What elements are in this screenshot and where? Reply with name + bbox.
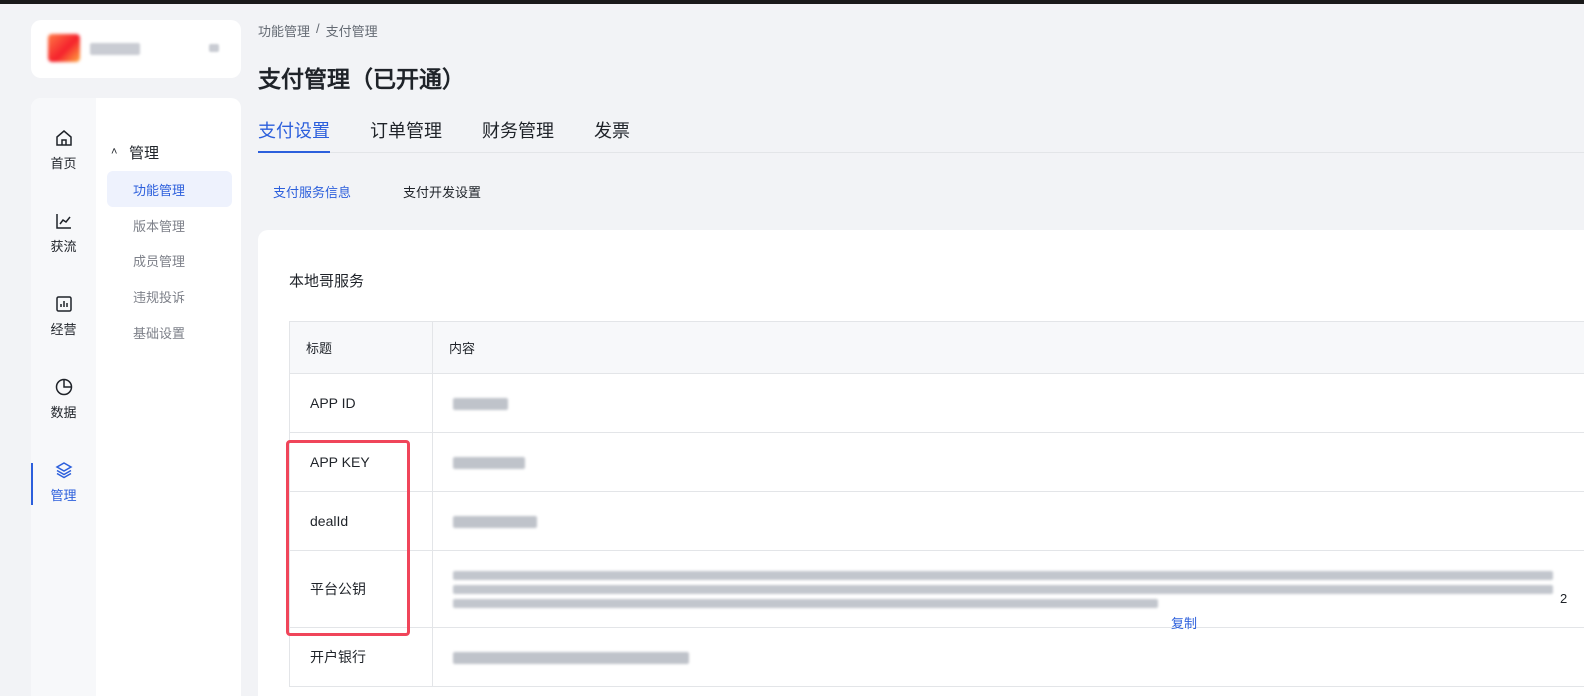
tab-invoice[interactable]: 发票: [594, 116, 630, 152]
app-identity-card[interactable]: [31, 20, 241, 78]
rail-item-data[interactable]: 数据: [31, 377, 96, 437]
public-key-text: 复制 2: [453, 570, 1567, 631]
home-icon: [55, 130, 72, 146]
table-row: dealId: [289, 491, 1584, 551]
row-value-platform-public-key: 复制 2: [432, 550, 1584, 631]
redacted-key-line: [453, 584, 1553, 594]
menu-item-basic-settings[interactable]: 基础设置: [107, 314, 232, 350]
rail-label-manage: 管理: [50, 488, 77, 503]
tab-order-management[interactable]: 订单管理: [370, 116, 442, 152]
app-logo: [48, 34, 80, 62]
redacted-value: [453, 652, 689, 665]
pie-chart-icon: [55, 378, 72, 396]
app-name-redacted: [90, 43, 140, 55]
menu-item-version-management[interactable]: 版本管理: [107, 207, 232, 243]
payment-info-table: 标题 内容 APP ID APP KEY dealId 平台公钥 复制 2 开户…: [289, 321, 1584, 687]
rail-item-manage[interactable]: 管理: [31, 460, 96, 520]
row-value-app-key: [432, 432, 1584, 492]
page-title: 支付管理（已开通）: [258, 66, 465, 92]
layers-icon: [54, 462, 73, 479]
sub-tab-bar: 支付服务信息 支付开发设置: [273, 182, 481, 201]
table-row: APP ID: [289, 373, 1584, 433]
rail-item-traffic[interactable]: 获流: [31, 211, 96, 271]
side-navigation: 首页 获流 经营 数据 管理 ˄ 管理 功能管理 版本管理 成员管理 违规投诉 …: [31, 98, 241, 696]
rail-item-home[interactable]: 首页: [31, 128, 96, 188]
tab-payment-settings[interactable]: 支付设置: [258, 116, 330, 153]
public-key-tail: 2: [1560, 590, 1568, 606]
row-title-deal-id: dealId: [289, 491, 433, 551]
rail-label-home: 首页: [50, 156, 77, 171]
table-header-row: 标题 内容: [289, 321, 1584, 374]
row-value-deal-id: [432, 491, 1584, 551]
table-row: 平台公钥 复制 2: [289, 550, 1584, 631]
rail-label-data: 数据: [50, 405, 77, 420]
chevron-up-icon: ˄: [111, 146, 118, 158]
breadcrumb-current: 支付管理: [325, 24, 378, 39]
table-row: 开户银行: [289, 627, 1584, 687]
row-title-platform-public-key: 平台公钥: [289, 550, 433, 628]
tab-finance-management[interactable]: 财务管理: [482, 116, 554, 152]
redacted-key-line: [453, 570, 1553, 580]
menu-item-feature-management[interactable]: 功能管理: [107, 171, 232, 207]
menu-item-violation-complaints[interactable]: 违规投诉: [107, 278, 232, 314]
redacted-value: [453, 398, 508, 411]
redacted-value: [453, 457, 525, 470]
menu-group-manage[interactable]: ˄ 管理: [111, 141, 159, 163]
breadcrumb-parent[interactable]: 功能管理: [258, 21, 310, 40]
row-value-app-id: [432, 373, 1584, 433]
table-row: APP KEY: [289, 432, 1584, 492]
primary-rail: 首页 获流 经营 数据 管理: [31, 98, 96, 696]
rail-label-traffic: 获流: [50, 239, 77, 254]
column-header-title: 标题: [289, 321, 433, 374]
window-top-edge: [0, 0, 1584, 4]
menu-item-member-management[interactable]: 成员管理: [107, 242, 232, 278]
breadcrumb-separator: /: [316, 21, 320, 36]
row-title-app-id: APP ID: [289, 373, 433, 433]
redacted-value: [453, 516, 537, 529]
breadcrumb: 功能管理 / 支付管理: [258, 21, 378, 40]
column-header-content: 内容: [432, 321, 1584, 374]
redacted-key-line: [453, 598, 1158, 608]
section-title: 本地哥服务: [289, 273, 365, 290]
menu-group-label: 管理: [129, 144, 160, 162]
row-value-bank: [432, 627, 1584, 687]
rail-label-operations: 经营: [50, 322, 77, 337]
tab-bar: 支付设置 订单管理 财务管理 发票: [258, 116, 1584, 153]
row-title-app-key: APP KEY: [289, 432, 433, 492]
rail-item-operations[interactable]: 经营: [31, 294, 96, 354]
trend-chart-icon: [55, 214, 71, 229]
row-title-bank: 开户银行: [289, 627, 433, 687]
switch-app-icon[interactable]: [209, 44, 219, 52]
subtab-payment-service-info[interactable]: 支付服务信息: [273, 182, 351, 201]
bar-chart-icon: [55, 296, 72, 312]
subtab-payment-dev-settings[interactable]: 支付开发设置: [403, 182, 481, 201]
payment-info-card: 本地哥服务 标题 内容 APP ID APP KEY dealId 平台公钥 复…: [258, 230, 1584, 696]
